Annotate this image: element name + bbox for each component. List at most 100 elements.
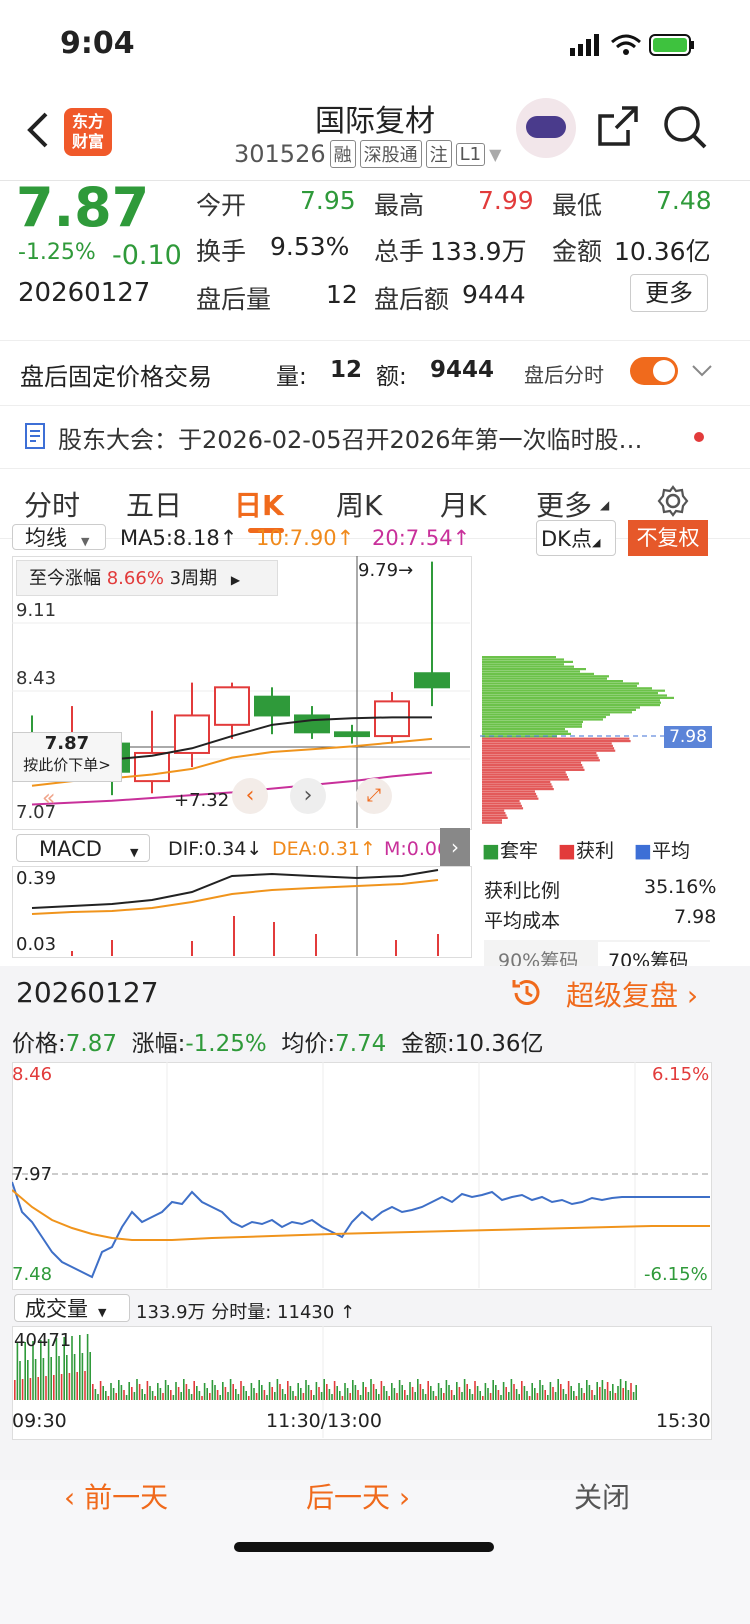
volume-bar [128, 1382, 130, 1400]
volume-bar [336, 1386, 338, 1400]
gear-icon[interactable] [656, 484, 690, 518]
volume-bar [484, 1383, 487, 1400]
volume-bar [591, 1390, 593, 1400]
tab-monthly-k[interactable]: 月K [440, 484, 486, 524]
announcement-row[interactable]: 股东大会：于2026-02-05召开2026年第一次临时股… [0, 404, 750, 469]
chip-bar [482, 699, 660, 702]
super-replay-link[interactable]: 超级复盘 › [566, 974, 698, 1014]
volume-bar [60, 1374, 63, 1400]
volume-bar [193, 1381, 195, 1400]
unread-dot [694, 432, 704, 442]
volume-bar [606, 1382, 609, 1400]
more-button[interactable]: 更多 [630, 274, 708, 312]
chevron-down-icon[interactable] [690, 361, 714, 381]
volume-bar [206, 1388, 208, 1400]
search-icon[interactable] [662, 104, 708, 150]
after-hours-volume-value: 12 [326, 280, 358, 309]
volume-select[interactable]: 成交量 ▼ [14, 1294, 130, 1322]
home-indicator [234, 1542, 494, 1552]
macd-dif: DIF:0.34↓ [168, 838, 263, 860]
chip-bar [482, 802, 521, 805]
volume-bar [380, 1381, 383, 1400]
volume-bar [593, 1395, 596, 1400]
intraday-chart[interactable] [12, 1062, 710, 1288]
volume-bar [450, 1390, 453, 1400]
volume-bar [180, 1392, 182, 1400]
robot-avatar-icon[interactable] [516, 98, 576, 158]
chip-bar [482, 718, 603, 721]
volume-bar [105, 1391, 107, 1400]
chip-bar [482, 752, 597, 755]
volume-bar [385, 1391, 388, 1400]
volume-bar [367, 1392, 370, 1400]
collapse-panel-button[interactable]: › [440, 828, 470, 866]
adjust-mode-button[interactable]: 不复权 [628, 520, 708, 556]
volume-bar [443, 1393, 445, 1400]
ma-select[interactable]: 均线 ▼ [12, 524, 106, 550]
chip-avg-price: 7.98 [664, 726, 712, 748]
ah-toggle-switch[interactable] [630, 357, 678, 385]
chip-bar [482, 696, 674, 699]
scroll-left-button[interactable]: ‹ [232, 778, 268, 814]
volume-bar [84, 1371, 86, 1400]
share-icon[interactable] [596, 104, 640, 148]
chip-distribution[interactable] [480, 556, 714, 828]
volume-bar [172, 1395, 175, 1400]
x-mid: 11:30/13:00 [266, 1410, 382, 1432]
volume-bar [521, 1381, 523, 1400]
volume-bar [42, 1358, 45, 1400]
volume-bar [456, 1382, 458, 1400]
cursor-hint: 按此价下单> [23, 756, 111, 774]
volume-bar [388, 1396, 390, 1400]
candle-body [334, 731, 370, 738]
turnover-label: 换手 [196, 237, 247, 266]
tab-five-day[interactable]: 五日 [126, 484, 182, 524]
volume-bar [209, 1393, 211, 1400]
volume-bar [71, 1336, 73, 1400]
volume-bar [102, 1386, 104, 1400]
close-button[interactable]: 关闭 [574, 1476, 630, 1516]
chip-bar [482, 749, 616, 752]
status-icons [570, 34, 694, 56]
volume-bar [261, 1385, 263, 1400]
tab-weekly-k[interactable]: 周K [336, 484, 382, 524]
tab-daily-k[interactable]: 日K [234, 484, 284, 524]
volume-bar [297, 1383, 299, 1400]
chip-bar [482, 771, 566, 774]
stock-code-row[interactable]: 301526 融 深股通 注 L1 ▼ [234, 140, 501, 168]
macd-select[interactable]: MACD ▼ [16, 834, 150, 862]
scroll-right-button[interactable]: › [290, 778, 326, 814]
prev-day-button[interactable]: ‹ 前一天 [64, 1476, 168, 1516]
next-day-button[interactable]: 后一天 › [306, 1476, 410, 1516]
history-icon[interactable] [510, 976, 544, 1010]
chip-bar [482, 684, 637, 687]
volume-bar [539, 1380, 541, 1400]
tab-chip-90[interactable]: 90%筹码 [498, 946, 578, 966]
volume-bar [427, 1381, 429, 1400]
volume-bar [266, 1395, 268, 1400]
volume-bar [523, 1386, 526, 1400]
volume-bar [578, 1383, 580, 1400]
after-hours-row[interactable]: 盘后固定价格交易 量: 12 额: 9444 盘后分时 [0, 340, 750, 406]
amount-value: 10.36亿 [614, 237, 711, 266]
volume-bar [495, 1385, 497, 1400]
volume-bar [107, 1396, 110, 1400]
volume-bar [242, 1386, 245, 1400]
tab-chip-70[interactable]: 70%筹码 [608, 946, 688, 966]
volume-bar [349, 1393, 351, 1400]
volume-bar [588, 1385, 591, 1400]
chip-bar [482, 730, 568, 733]
intraday-pct-top: 6.15% [652, 1064, 710, 1085]
tab-intraday[interactable]: 分时 [24, 484, 80, 524]
legend-profit: 获利 [575, 840, 614, 862]
volume-bar [565, 1394, 567, 1400]
order-at-price-button[interactable]: 7.87 按此价下单> [12, 732, 122, 782]
tab-more[interactable]: 更多 [536, 484, 592, 524]
rewind-icon[interactable]: « [42, 786, 55, 811]
volume-bar [448, 1385, 450, 1400]
expand-icon[interactable]: ⤢ [356, 778, 392, 814]
since-gain-box[interactable]: 至今涨幅 8.66% 3周期 ▶ [16, 560, 278, 596]
tag-level: L1 [455, 142, 486, 166]
volume-bar [268, 1382, 271, 1400]
dk-point-button[interactable]: DK点◢ [536, 520, 616, 556]
